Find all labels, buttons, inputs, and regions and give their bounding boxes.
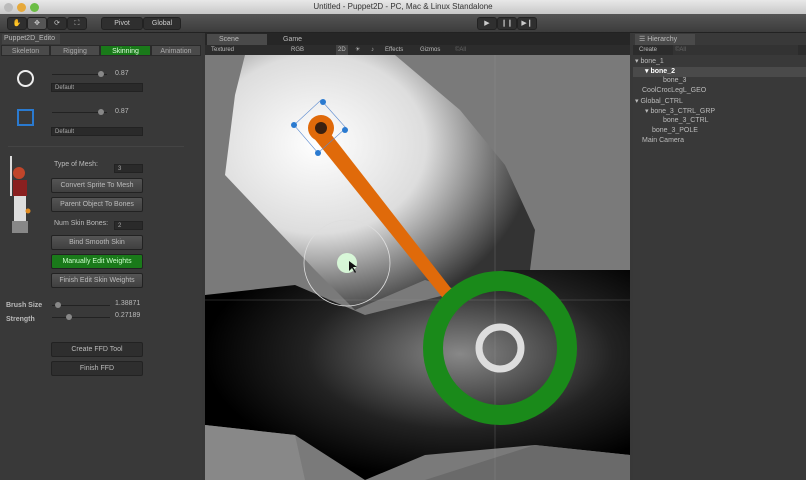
hierarchy-toolbar: Create ©All [633,45,806,55]
play-button[interactable]: ▶ [477,17,497,30]
hierarchy-item[interactable]: bone_3_CTRL [663,117,709,124]
hierarchy-item[interactable]: CoolCrocLegL_GEO [642,87,706,94]
toolbar: ✋ ✥ ⟳ ⛶ Pivot Global ▶ ❙❙ ▶❙ [0,14,806,33]
scene-tab-label: Scene [219,36,239,43]
slider-thumb[interactable] [54,302,61,308]
parent-object-to-bones-button[interactable]: Parent Object To Bones [51,197,143,212]
item-label: bone_2 [650,68,675,75]
brush-size-slider[interactable] [52,305,110,306]
hierarchy-item[interactable]: bone_3_POLE [652,127,698,134]
pivot-toggle[interactable]: Pivot [101,17,143,30]
slider-thumb[interactable] [98,109,104,115]
window-title: Untitled - Puppet2D - PC, Mac & Linux St… [313,2,493,11]
pause-icon: ❙❙ [501,20,513,27]
tab-skeleton[interactable]: Skeleton [1,45,50,56]
hierarchy-icon: ☰ [639,36,648,43]
hierarchy-item[interactable]: ▾ Global_CTRL [635,97,683,105]
scale-tool-button[interactable]: ⛶ [67,17,87,30]
scene-canvas[interactable] [205,55,630,480]
strength-slider[interactable] [52,317,110,318]
manually-edit-weights-button[interactable]: Manually Edit Weights [51,254,143,269]
hierarchy-title: Hierarchy [647,36,678,43]
lighting-toggle-icon[interactable]: ☀ [355,45,360,55]
audio-toggle-icon[interactable]: ♪ [371,45,374,55]
scene-view-panel: Scene Game Textured RGB 2D ☀ ♪ Effects G… [205,33,630,480]
convert-sprite-to-mesh-button[interactable]: Convert Sprite To Mesh [51,178,143,193]
brush-size-value[interactable]: 1.38871 [115,300,140,307]
global-label: Global [151,20,173,27]
circle-size-value[interactable]: 0.87 [115,70,129,77]
slider-thumb[interactable] [98,71,104,77]
hand-icon: ✋ [12,20,22,27]
2d-toggle[interactable]: 2D [336,45,348,55]
game-tab-label: Game [283,36,303,43]
finish-ffd-button[interactable]: Finish FFD [51,361,143,376]
pivot-label: Pivot [114,20,130,27]
square-size-value[interactable]: 0.87 [115,108,129,115]
hierarchy-item[interactable]: Main Camera [642,137,684,144]
rotation-handle[interactable] [315,150,321,156]
scale-icon: ⛶ [74,20,80,27]
minimize-button[interactable] [17,2,26,12]
num-skin-bones-dropdown[interactable]: 2 [114,221,143,230]
hierarchy-item[interactable]: ▾ bone_3_CTRL_GRP [645,107,715,115]
character-sprite-thumbnail [10,156,31,233]
scene-search-input[interactable]: ©All [455,45,466,55]
channel-dropdown[interactable]: RGB [291,45,304,55]
slider-thumb[interactable] [66,314,73,320]
hierarchy-panel: ☰ Hierarchy Create ©All ▾ bone_1 ▾ bone_… [633,33,806,480]
rotation-handle[interactable] [342,127,348,133]
divider [8,146,184,147]
move-tool-button[interactable]: ✥ [27,17,47,30]
shading-dropdown[interactable]: Textured [211,45,234,55]
item-label: bone_1 [640,58,664,65]
bind-smooth-skin-button[interactable]: Bind Smooth Skin [51,235,143,250]
type-of-mesh-label: Type of Mesh: [54,161,98,168]
create-dropdown[interactable]: Create [639,45,657,55]
create-ffd-tool-button[interactable]: Create FFD Tool [51,342,143,357]
strength-label: Strength [6,316,35,323]
item-label: Global_CTRL [640,98,683,105]
hand-tool-button[interactable]: ✋ [7,17,27,30]
panel-tab[interactable]: Puppet2D_Edito [2,34,60,44]
rotate-tool-button[interactable]: ⟳ [47,17,67,30]
tab-skinning[interactable]: Skinning [100,45,151,56]
square-dropdown[interactable]: Default [51,127,143,136]
tab-rigging[interactable]: Rigging [50,45,100,56]
move-icon: ✥ [34,20,40,27]
type-of-mesh-dropdown[interactable]: 3 [114,164,143,173]
finish-edit-skin-weights-button[interactable]: Finish Edit Skin Weights [51,273,143,288]
global-toggle[interactable]: Global [143,17,181,30]
pause-button[interactable]: ❙❙ [497,17,517,30]
zoom-button[interactable] [30,2,39,12]
effects-dropdown[interactable]: Effects [385,45,403,55]
hierarchy-item[interactable]: ▾ bone_2 [645,67,675,75]
tab-game[interactable]: Game [273,34,323,45]
brush-size-label: Brush Size [6,302,43,309]
hierarchy-search-input[interactable]: ©All [673,45,798,55]
play-icon: ▶ [484,20,490,27]
step-icon: ▶❙ [521,20,533,27]
step-button[interactable]: ▶❙ [517,17,537,30]
tab-animation[interactable]: Animation [151,45,201,56]
num-skin-bones-label: Num Skin Bones: [54,220,109,227]
strength-value[interactable]: 0.27189 [115,312,140,319]
rotation-handle[interactable] [291,122,297,128]
gizmos-dropdown[interactable]: Gizmos [420,45,440,55]
hierarchy-item[interactable]: bone_3 [663,77,686,84]
circle-dropdown[interactable]: Default [51,83,143,92]
hierarchy-item[interactable]: ▾ bone_1 [635,57,664,65]
close-button[interactable] [4,2,13,12]
title-bar: Untitled - Puppet2D - PC, Mac & Linux St… [0,0,806,14]
tab-hierarchy[interactable]: ☰ Hierarchy [635,34,695,45]
rotate-icon: ⟳ [54,20,60,27]
scene-toolbar: Textured RGB 2D ☀ ♪ Effects Gizmos ©All [205,45,630,55]
square-control-icon[interactable] [17,109,34,126]
item-label: bone_3_CTRL_GRP [650,108,716,115]
circle-control-icon[interactable] [17,70,34,87]
puppet2d-editor-panel: Puppet2D_Edito Skeleton Rigging Skinning… [0,33,202,480]
rotation-handle[interactable] [320,99,326,105]
tab-scene[interactable]: Scene [207,34,267,45]
